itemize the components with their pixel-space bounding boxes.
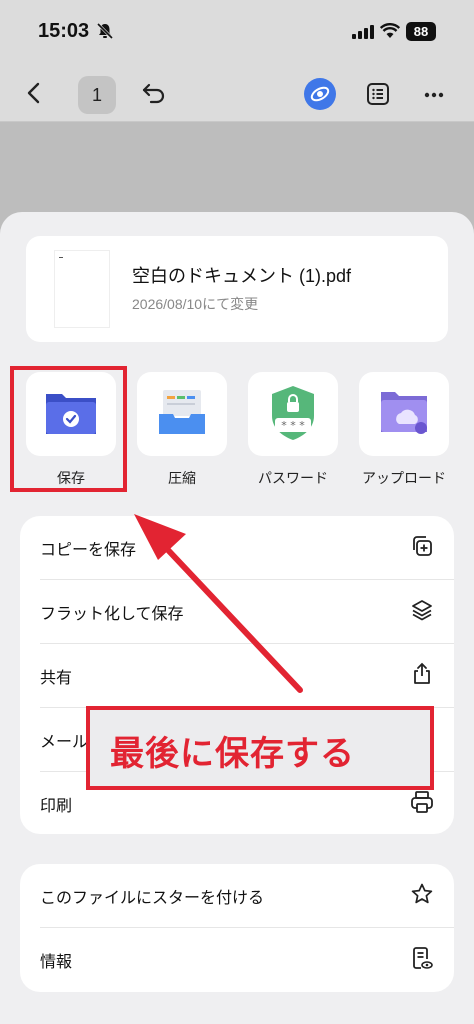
star-icon [411, 883, 433, 904]
menu-item-save-copy[interactable]: コピーを保存 [40, 516, 454, 580]
ai-assistant-icon[interactable] [304, 78, 336, 110]
file-thumbnail [54, 250, 110, 328]
page-number-button[interactable]: 1 [78, 76, 116, 114]
menu-item-label: 共有 [40, 670, 73, 687]
top-toolbar: 1 [0, 62, 474, 122]
battery-indicator: 88 [406, 22, 436, 41]
file-name: 空白のドキュメント (1).pdf [132, 266, 352, 286]
password-action-label: パスワード [258, 470, 328, 486]
menu-item-label: メール [40, 734, 89, 751]
menu-item-label: このファイルにスターを付ける [40, 890, 265, 907]
menu-item-flatten-save[interactable]: フラット化して保存 [40, 580, 454, 644]
cloud-folder-icon [381, 392, 427, 434]
menu-item-label: フラット化して保存 [40, 606, 184, 623]
menu-item-label: 情報 [40, 954, 73, 971]
annotation-callout: 最後に保存する [86, 706, 434, 790]
compress-action-label: 圧縮 [168, 470, 196, 486]
menu-item-label: 印刷 [40, 798, 73, 815]
status-bar: 15:03 88 [0, 0, 474, 62]
upload-action-label: アップロード [362, 470, 446, 486]
menu-item-info[interactable]: 情報 [40, 928, 454, 992]
annotation-callout-text: 最後に保存する [110, 735, 355, 773]
more-options-icon[interactable] [424, 92, 444, 98]
archive-drawer-icon [159, 390, 205, 434]
info-document-icon [413, 947, 433, 969]
undo-icon[interactable] [142, 82, 166, 104]
back-chevron-icon[interactable] [26, 82, 40, 104]
menu-group-secondary: このファイルにスターを付ける 情報 [20, 864, 454, 992]
file-modified-date: 2026/08/10にて変更 [132, 296, 259, 312]
signal-icon [352, 25, 374, 39]
silent-bell-icon [96, 22, 114, 40]
compress-action-tile[interactable] [137, 372, 227, 456]
status-time: 15:03 [38, 20, 90, 42]
shield-lock-icon: * * * [272, 386, 314, 440]
copy-plus-icon [413, 536, 432, 556]
menu-item-share[interactable]: 共有 [40, 644, 454, 708]
menu-item-star-file[interactable]: このファイルにスターを付ける [40, 864, 454, 928]
svg-text:* * *: * * * [281, 419, 305, 432]
password-action-tile[interactable]: * * * [248, 372, 338, 456]
save-highlight-box [10, 366, 127, 492]
printer-icon [411, 791, 433, 813]
share-icon [414, 662, 430, 684]
layers-icon [412, 600, 432, 621]
document-list-icon[interactable] [366, 82, 390, 106]
menu-item-label: コピーを保存 [40, 542, 137, 559]
wifi-icon [380, 23, 400, 38]
upload-action-tile[interactable] [359, 372, 449, 456]
